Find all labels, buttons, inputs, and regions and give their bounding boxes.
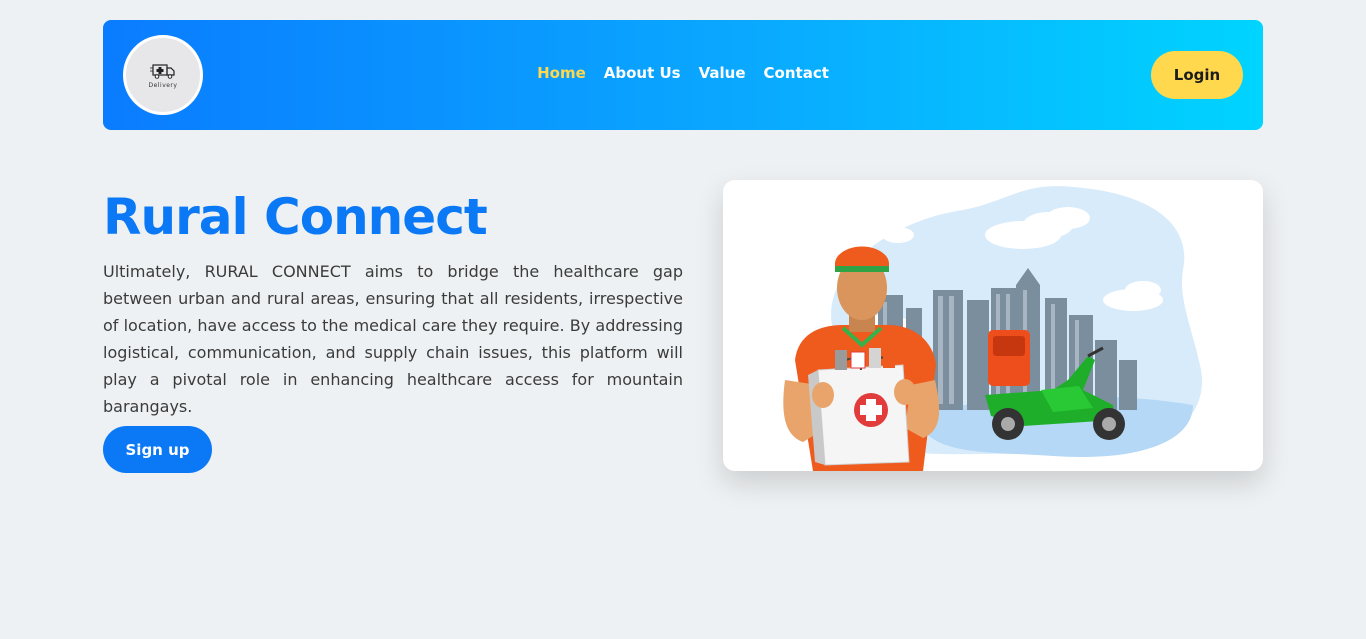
nav-links: Home About Us Value Contact (103, 64, 1263, 82)
nav-link-contact[interactable]: Contact (764, 64, 829, 82)
delivery-illustration (783, 186, 1202, 471)
signup-button[interactable]: Sign up (103, 426, 212, 473)
nav-link-about-us[interactable]: About Us (604, 64, 681, 82)
navbar: Delivery Home About Us Value Contact Log… (103, 20, 1263, 130)
hero-image-card (723, 180, 1263, 471)
login-button[interactable]: Login (1151, 51, 1243, 99)
logo-text: Delivery (148, 82, 178, 89)
nav-link-home[interactable]: Home (537, 64, 586, 82)
hero-title: Rural Connect (103, 188, 488, 246)
hero-description: Ultimately, RURAL CONNECT aims to bridge… (103, 262, 683, 416)
nav-link-value[interactable]: Value (699, 64, 746, 82)
